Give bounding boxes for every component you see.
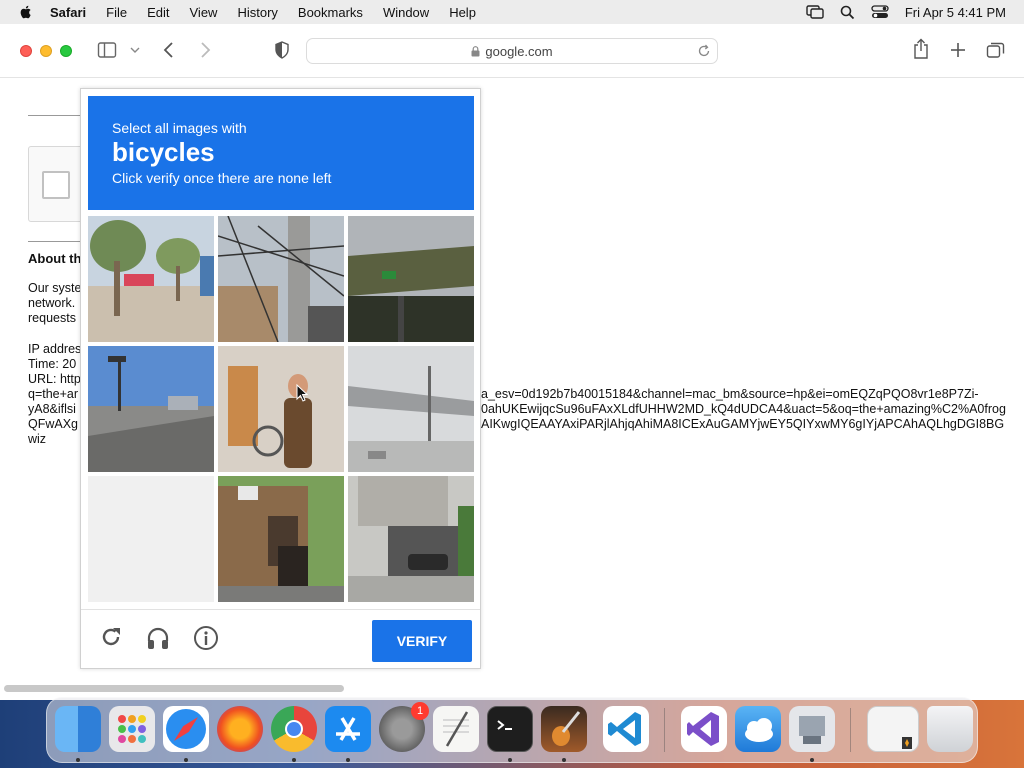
- launchpad-icon[interactable]: [109, 706, 155, 752]
- tile-utility-pole[interactable]: [218, 216, 344, 342]
- captcha-subinstruction: Click verify once there are none left: [112, 170, 332, 186]
- documents-stack-icon[interactable]: [867, 706, 919, 752]
- utility-app-icon[interactable]: [789, 706, 835, 752]
- captcha-instruction: Select all images with: [112, 120, 247, 136]
- address-bar[interactable]: google.com: [306, 38, 718, 64]
- trash-icon[interactable]: [927, 706, 973, 752]
- cloud-app-icon[interactable]: [735, 706, 781, 752]
- captcha-footer: VERIFY: [81, 609, 480, 669]
- chevron-down-icon[interactable]: [130, 46, 140, 54]
- para2-line: yA8&iflsi: [28, 402, 76, 416]
- spotlight-search-icon[interactable]: [840, 5, 855, 20]
- menu-view[interactable]: View: [190, 5, 218, 20]
- address-text: google.com: [485, 43, 553, 59]
- control-center-icon[interactable]: [871, 5, 889, 19]
- window-controls: [20, 44, 72, 57]
- url-text-line: a_esv=0d192b7b40015184&channel=mac_bm&so…: [481, 387, 979, 401]
- share-icon[interactable]: [912, 38, 930, 60]
- terminal-icon[interactable]: [487, 706, 533, 752]
- back-icon[interactable]: [162, 41, 176, 59]
- url-text-line: AIKwgIQEAAYAxiPARjlAhjqAhiMA8ICExAuGAMYj…: [481, 417, 1005, 431]
- captcha-header: Select all images with bicycles Click ve…: [88, 96, 474, 210]
- firefox-icon[interactable]: [217, 706, 263, 752]
- close-window-button[interactable]: [20, 44, 32, 57]
- running-indicator: [508, 758, 512, 762]
- audio-challenge-icon[interactable]: [145, 625, 171, 651]
- menubar-clock[interactable]: Fri Apr 5 4:41 PM: [905, 5, 1006, 20]
- recaptcha-box: [28, 146, 88, 222]
- mouse-cursor-icon: [296, 384, 308, 402]
- menu-file[interactable]: File: [106, 5, 127, 20]
- para1-line: requests: [28, 311, 76, 325]
- garageband-icon[interactable]: [541, 706, 587, 752]
- captcha-image-grid: [88, 216, 474, 602]
- lock-icon: [471, 45, 480, 56]
- menu-help[interactable]: Help: [449, 5, 476, 20]
- para2-line: IP addres: [28, 342, 82, 356]
- para1-line: Our syste: [28, 281, 82, 295]
- captcha-challenge: Select all images with bicycles Click ve…: [80, 88, 481, 669]
- running-indicator: [292, 758, 296, 762]
- screen-mirroring-icon[interactable]: [806, 5, 824, 19]
- notification-badge: 1: [411, 702, 429, 720]
- menu-window[interactable]: Window: [383, 5, 429, 20]
- verify-button[interactable]: VERIFY: [372, 620, 472, 662]
- visual-studio-icon[interactable]: [681, 706, 727, 752]
- tile-overpass[interactable]: [348, 216, 474, 342]
- para2-line: QFwAXg: [28, 417, 79, 431]
- finder-icon[interactable]: [55, 706, 101, 752]
- browser-toolbar: google.com: [0, 24, 1024, 78]
- menu-edit[interactable]: Edit: [147, 5, 169, 20]
- dock-separator: [664, 708, 665, 752]
- tile-garage-car[interactable]: [348, 476, 474, 602]
- captcha-keyword: bicycles: [112, 137, 215, 167]
- zoom-window-button[interactable]: [60, 44, 72, 57]
- para1-line: network.: [28, 296, 76, 310]
- recaptcha-checkbox[interactable]: [42, 171, 70, 199]
- running-indicator: [810, 758, 814, 762]
- tab-overview-icon[interactable]: [986, 41, 1005, 59]
- running-indicator: [76, 758, 80, 762]
- chrome-icon[interactable]: [271, 706, 317, 752]
- top-divider: [28, 115, 88, 116]
- middle-divider: [28, 241, 88, 242]
- para2-line: wiz: [28, 432, 47, 446]
- menu-bookmarks[interactable]: Bookmarks: [298, 5, 363, 20]
- safari-icon[interactable]: [163, 706, 209, 752]
- dock-separator: [850, 708, 851, 752]
- running-indicator: [562, 758, 566, 762]
- horizontal-scrollbar[interactable]: [4, 685, 344, 692]
- url-text-line: 0ahUKEwijqcSu96uFAxXLdfUHHW2MD_kQ4dUDCA4…: [481, 402, 1006, 416]
- new-tab-icon[interactable]: [949, 41, 967, 59]
- tile-house-person[interactable]: [218, 476, 344, 602]
- menu-history[interactable]: History: [237, 5, 277, 20]
- tile-highway[interactable]: [348, 346, 474, 472]
- tile-person-bicycle[interactable]: [218, 346, 344, 472]
- running-indicator: [184, 758, 188, 762]
- tile-intersection[interactable]: [88, 346, 214, 472]
- tile-faded-blank[interactable]: [88, 476, 214, 602]
- info-icon[interactable]: [193, 625, 219, 651]
- sidebar-toggle-icon[interactable]: [97, 41, 117, 59]
- apple-menu-icon[interactable]: [18, 4, 34, 20]
- reload-icon[interactable]: [697, 44, 711, 58]
- app-store-icon[interactable]: [325, 706, 371, 752]
- dock: 1: [46, 697, 978, 763]
- privacy-shield-icon[interactable]: [274, 41, 290, 59]
- para2-line: URL: http: [28, 372, 81, 386]
- system-settings-icon[interactable]: 1: [379, 702, 429, 752]
- reload-challenge-icon[interactable]: [99, 625, 123, 649]
- about-heading: About th: [28, 251, 82, 266]
- tile-street-trees[interactable]: [88, 216, 214, 342]
- menu-app-name[interactable]: Safari: [50, 5, 86, 20]
- para2-line: q=the+ar: [28, 387, 79, 401]
- menu-bar: Safari File Edit View History Bookmarks …: [0, 0, 1024, 24]
- forward-icon[interactable]: [198, 41, 212, 59]
- running-indicator: [346, 758, 350, 762]
- textedit-icon[interactable]: [433, 706, 479, 752]
- vscode-icon[interactable]: [603, 706, 649, 752]
- minimize-window-button[interactable]: [40, 44, 52, 57]
- para2-line: Time: 20: [28, 357, 77, 371]
